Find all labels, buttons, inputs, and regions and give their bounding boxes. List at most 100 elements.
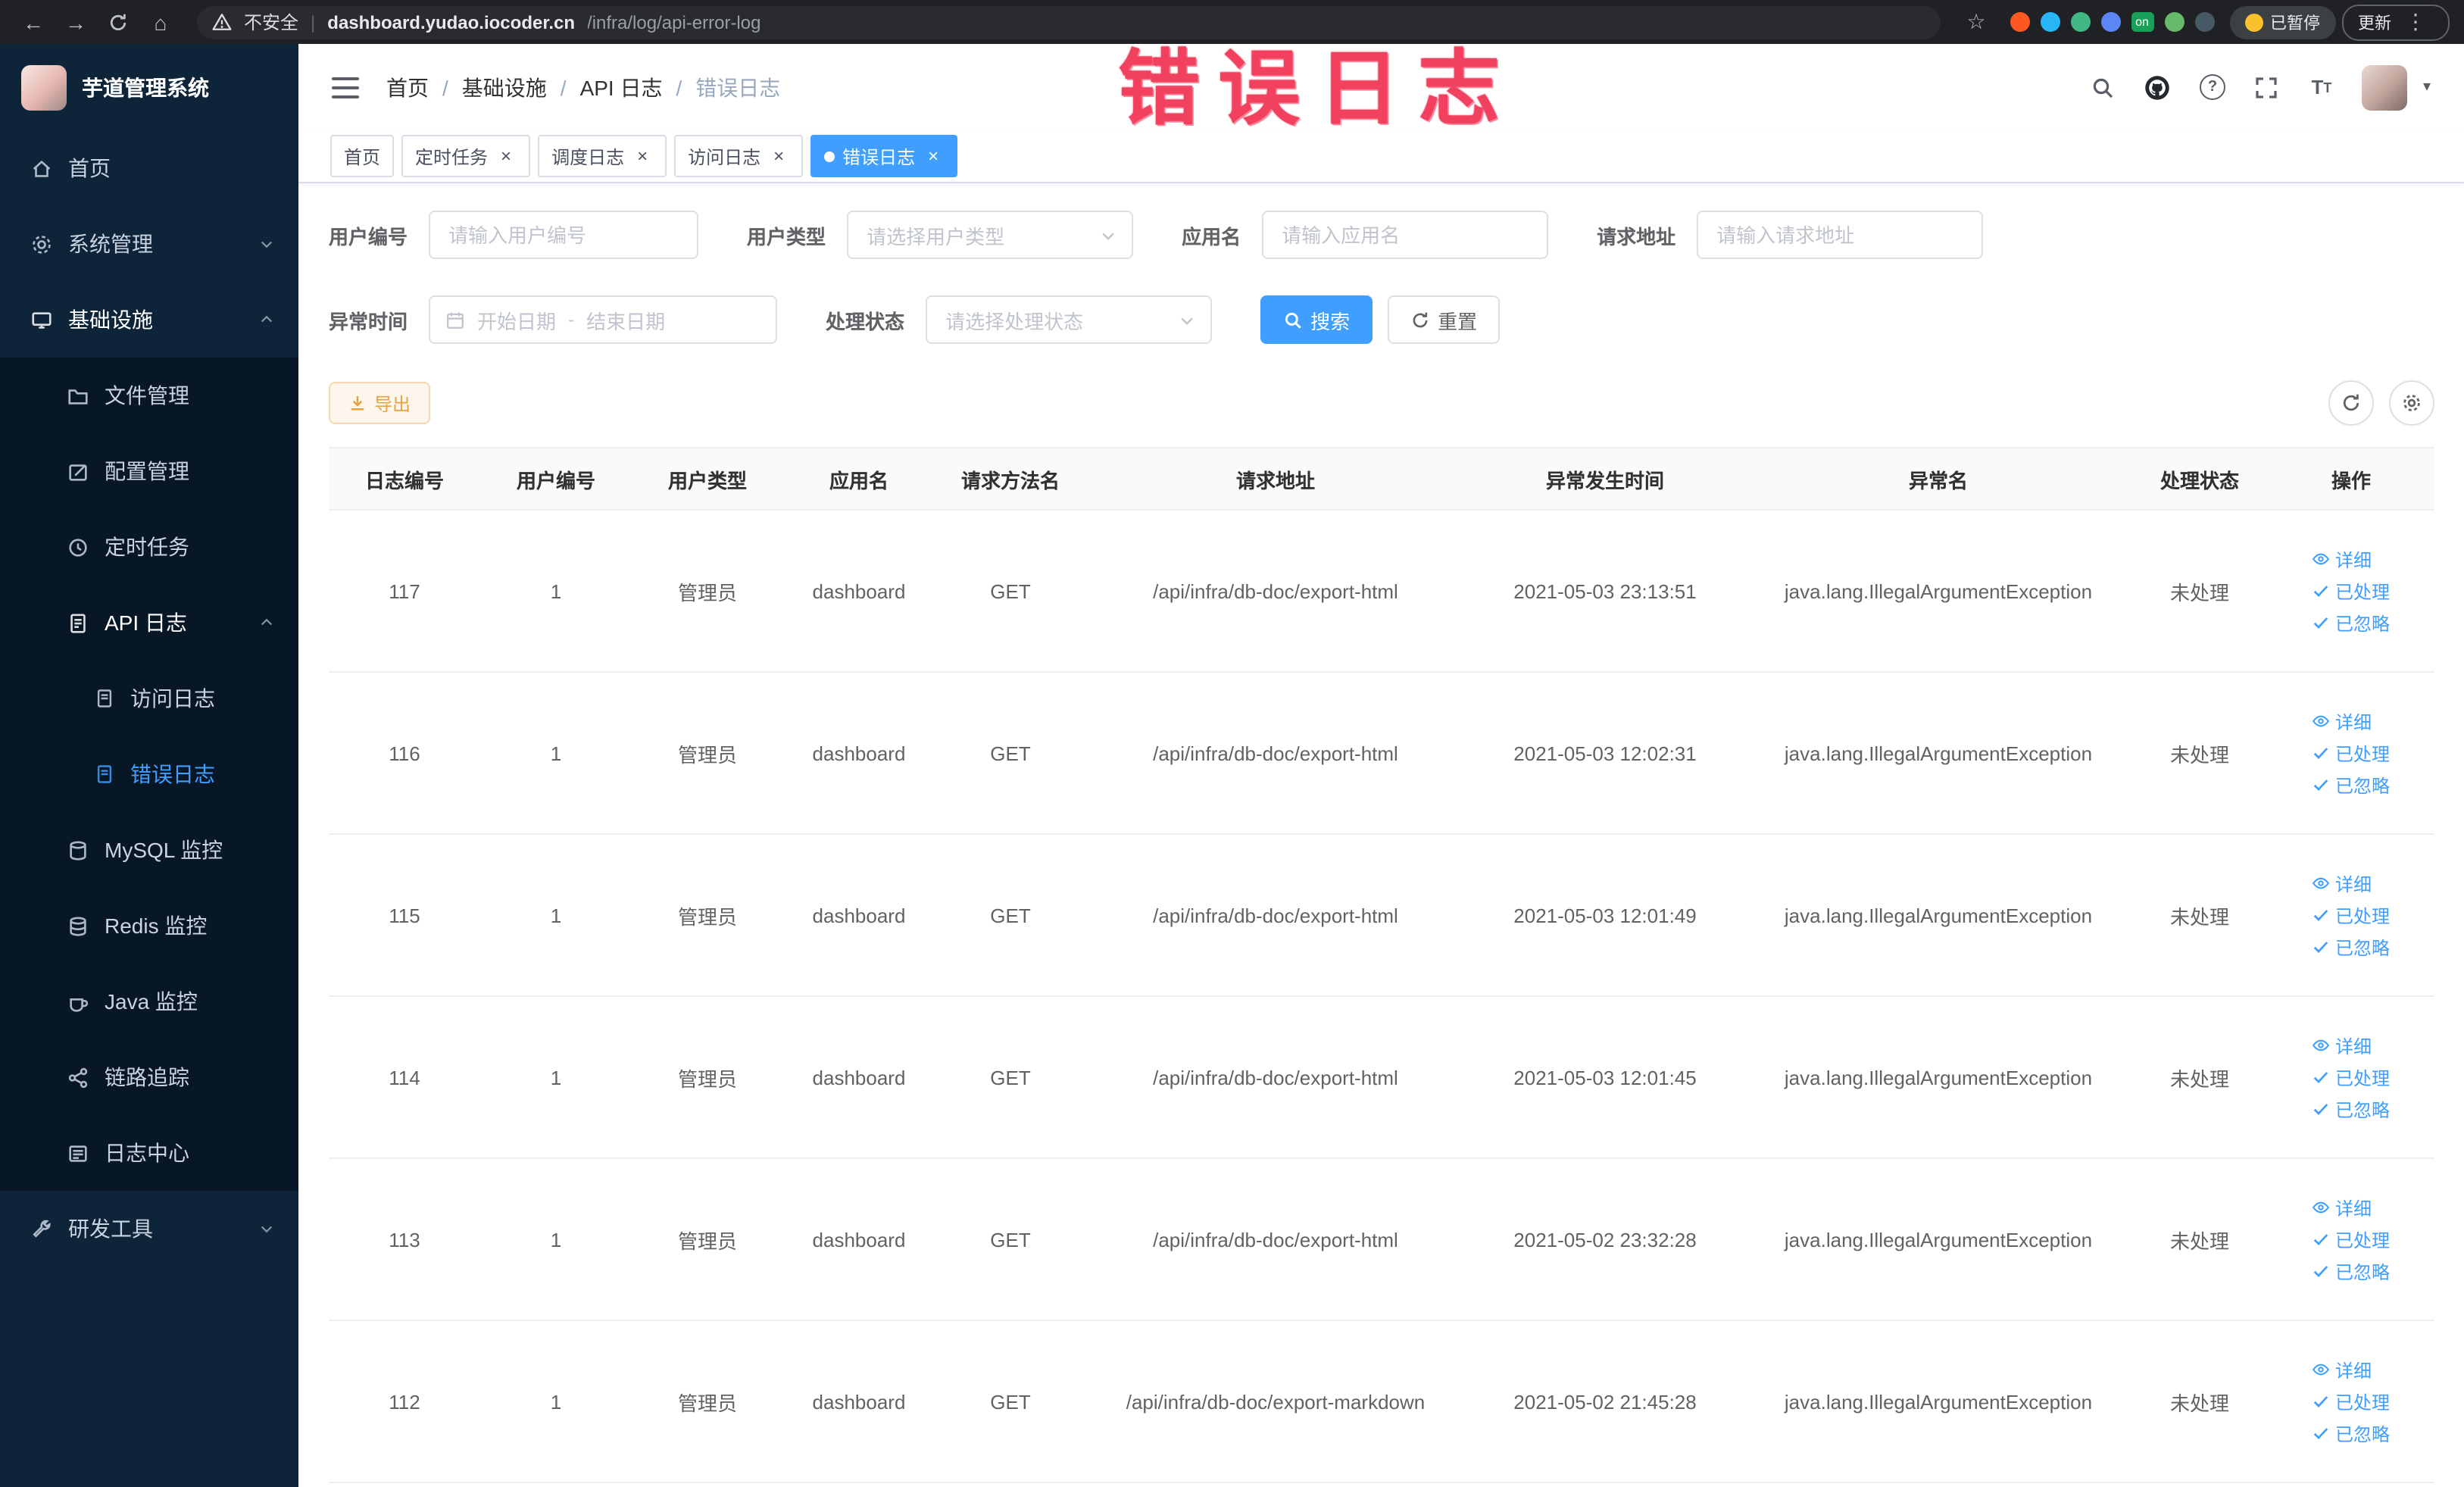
breadcrumb-item[interactable]: 基础设施 [462, 72, 547, 102]
bookmark-star-icon[interactable]: ☆ [1958, 5, 1994, 39]
search-button[interactable]: 搜索 [1260, 295, 1373, 344]
check-icon [2314, 942, 2329, 953]
breadcrumb-item[interactable]: API 日志 [580, 72, 663, 102]
github-icon[interactable] [2144, 73, 2172, 101]
sidebar-item-label: 访问日志 [130, 686, 215, 711]
detail-link[interactable]: 详细 [2313, 1357, 2372, 1382]
tabs-bar: 首页 定时任务 × 调度日志 × 访问日志 × 错误日志 × [298, 130, 2464, 183]
avatar-caret-icon[interactable]: ▾ [2423, 79, 2431, 95]
detail-link[interactable]: 详细 [2313, 1195, 2372, 1220]
column-settings-button[interactable] [2388, 380, 2434, 426]
mark-ignored-link[interactable]: 已忽略 [2313, 1096, 2390, 1122]
back-icon[interactable]: ← [15, 5, 52, 39]
table-row: 117 1 管理员 dashboard GET /api/infra/db-do… [329, 510, 2434, 673]
sidebar-item-error-log[interactable]: 错误日志 [0, 736, 298, 812]
mark-ignored-link[interactable]: 已忽略 [2313, 1420, 2390, 1446]
mark-processed-link[interactable]: 已处理 [2313, 902, 2390, 928]
status-cell: 未处理 [2131, 834, 2268, 997]
tab-close-icon[interactable]: × [923, 145, 944, 167]
sidebar-item-job[interactable]: 定时任务 [0, 509, 298, 585]
sidebar-item-label: Java 监控 [105, 989, 198, 1014]
chrome-update-button[interactable]: 更新 ⋮ [2341, 4, 2449, 40]
reset-button[interactable]: 重置 [1388, 295, 1501, 344]
detail-link[interactable]: 详细 [2313, 708, 2372, 734]
export-button[interactable]: 导出 [329, 382, 431, 424]
tab-job[interactable]: 定时任务 × [401, 135, 531, 177]
mark-ignored-link[interactable]: 已忽略 [2313, 934, 2390, 960]
sidebar-item-home[interactable]: 首页 [0, 130, 298, 206]
mark-processed-link[interactable]: 已处理 [2313, 1389, 2390, 1414]
fullscreen-icon[interactable] [2253, 73, 2281, 101]
sidebar-item-access-log[interactable]: 访问日志 [0, 661, 298, 736]
request-url-input[interactable] [1697, 211, 1984, 259]
mark-ignored-link[interactable]: 已忽略 [2313, 1258, 2390, 1284]
extension-icon-green[interactable] [2164, 12, 2184, 32]
url-cell: /api/infra/db-doc/export-html [1086, 510, 1465, 673]
filter-label: 请求地址 [1597, 225, 1676, 248]
mark-processed-link[interactable]: 已处理 [2313, 1064, 2390, 1090]
sidebar-item-infra[interactable]: 基础设施 [0, 282, 298, 358]
refresh-table-button[interactable] [2328, 380, 2373, 426]
sidebar-item-log-center[interactable]: 日志中心 [0, 1115, 298, 1191]
tab-job-log[interactable]: 调度日志 × [538, 135, 667, 177]
app-name-input[interactable] [1262, 211, 1549, 259]
mark-processed-link[interactable]: 已处理 [2313, 578, 2390, 604]
column-header: 异常发生时间 [1465, 447, 1745, 511]
status-select[interactable]: 请选择处理状态 [926, 295, 1213, 344]
extension-icon-orange[interactable] [2010, 12, 2029, 32]
download-icon [351, 396, 364, 411]
tab-home[interactable]: 首页 [330, 135, 395, 177]
column-header: 应用名 [783, 447, 935, 511]
extension-icon-dark[interactable] [2194, 12, 2214, 32]
home-icon[interactable]: ⌂ [142, 5, 179, 39]
sidebar-item-devtools[interactable]: 研发工具 [0, 1191, 298, 1267]
eye-icon [2313, 1201, 2330, 1214]
mark-processed-link[interactable]: 已处理 [2313, 740, 2390, 766]
search-icon[interactable] [2090, 73, 2117, 101]
url-bar[interactable]: 不安全 | dashboard.yudao.iocoder.cn/infra/l… [197, 5, 1940, 39]
detail-link[interactable]: 详细 [2313, 546, 2372, 572]
paused-badge[interactable]: 已暂停 [2229, 5, 2335, 39]
mark-processed-link[interactable]: 已处理 [2313, 1226, 2390, 1252]
extension-icon-blue[interactable] [2040, 12, 2060, 32]
mark-ignored-link[interactable]: 已忽略 [2313, 610, 2390, 636]
extension-icon-grid[interactable] [2100, 12, 2120, 32]
sidebar-item-file[interactable]: 文件管理 [0, 358, 298, 433]
method-cell: GET [935, 996, 1086, 1159]
forward-icon[interactable]: → [58, 5, 94, 39]
tab-close-icon[interactable]: × [495, 145, 517, 167]
detail-link[interactable]: 详细 [2313, 1032, 2372, 1058]
column-header: 请求方法名 [935, 447, 1086, 511]
reload-icon[interactable] [100, 5, 136, 39]
avatar[interactable] [2362, 64, 2408, 110]
chrome-menu-icon[interactable]: ⋮ [2399, 9, 2432, 35]
app-logo[interactable]: 芋道管理系统 [0, 44, 298, 130]
date-range-picker[interactable]: 开始日期 - 结束日期 [429, 295, 778, 344]
vue-devtools-icon[interactable] [2070, 12, 2090, 32]
extension-on-badge[interactable]: on [2131, 12, 2153, 32]
status-cell: 未处理 [2131, 1158, 2268, 1321]
sidebar-item-java[interactable]: Java 监控 [0, 964, 298, 1039]
log-id-cell: 115 [329, 834, 480, 997]
time-cell: 2021-05-03 12:01:49 [1465, 834, 1745, 997]
sidebar-item-trace[interactable]: 链路追踪 [0, 1039, 298, 1115]
tab-close-icon[interactable]: × [768, 145, 789, 167]
sidebar-item-config[interactable]: 配置管理 [0, 433, 298, 509]
tab-access-log[interactable]: 访问日志 × [674, 135, 804, 177]
user-id-input[interactable] [429, 211, 699, 259]
sidebar-item-mysql[interactable]: MySQL 监控 [0, 812, 298, 888]
detail-link[interactable]: 详细 [2313, 870, 2372, 896]
sidebar-item-redis[interactable]: Redis 监控 [0, 888, 298, 964]
sidebar-item-api-log[interactable]: API 日志 [0, 585, 298, 661]
user-type-select[interactable]: 请选择用户类型 [847, 211, 1134, 259]
status-cell: 未处理 [2131, 996, 2268, 1159]
mark-ignored-link[interactable]: 已忽略 [2313, 772, 2390, 798]
help-icon[interactable]: ? [2199, 73, 2226, 101]
sidebar-item-system[interactable]: 系统管理 [0, 206, 298, 282]
check-icon [2314, 1428, 2329, 1439]
font-size-icon[interactable]: TT [2308, 73, 2335, 101]
breadcrumb-item[interactable]: 首页 [386, 72, 429, 102]
tab-error-log[interactable]: 错误日志 × [810, 135, 958, 177]
sidebar-toggle-icon[interactable] [332, 77, 359, 98]
tab-close-icon[interactable]: × [632, 145, 653, 167]
